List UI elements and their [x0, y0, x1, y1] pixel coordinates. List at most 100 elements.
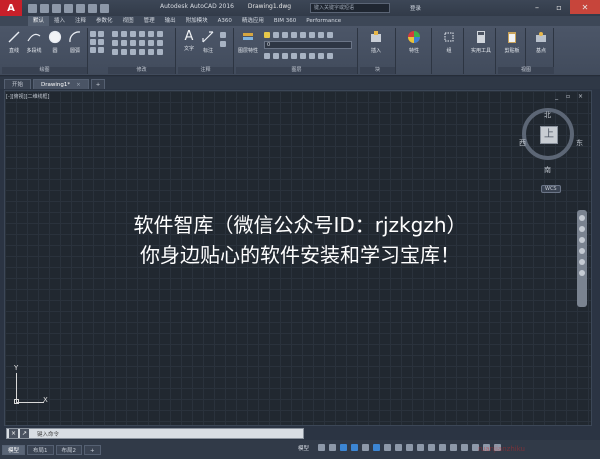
tab-manage[interactable]: 管理: [139, 16, 160, 26]
mirror-icon[interactable]: [121, 40, 127, 46]
layer-properties-button[interactable]: 图层特性: [237, 30, 259, 54]
tab-insert[interactable]: 插入: [49, 16, 70, 26]
start-tab[interactable]: 开始: [4, 79, 32, 89]
tab-addins[interactable]: 附加模块: [181, 16, 213, 26]
layer-match-icon[interactable]: [318, 32, 324, 38]
arc-button[interactable]: 圆弧: [65, 30, 85, 54]
edit-icon[interactable]: [157, 49, 163, 55]
layer-walk-icon[interactable]: [264, 53, 270, 59]
boundary-icon[interactable]: [98, 47, 104, 53]
new-icon[interactable]: [28, 3, 37, 13]
viewport-controls[interactable]: _ ▫ ×: [555, 93, 586, 100]
tab-default[interactable]: 默认: [28, 16, 50, 26]
search-input[interactable]: 键入关键字或短语: [310, 3, 390, 13]
insert-button[interactable]: 插入: [366, 30, 386, 54]
copy-icon[interactable]: [112, 40, 118, 46]
lengthen-icon[interactable]: [139, 49, 145, 55]
layer-unlock-icon[interactable]: [318, 53, 324, 59]
chamfer-icon[interactable]: [130, 49, 136, 55]
erase-icon[interactable]: [139, 31, 145, 37]
compass-south[interactable]: 南: [544, 165, 551, 175]
layer-color-icon[interactable]: [291, 32, 297, 38]
layer-thaw-icon[interactable]: [309, 53, 315, 59]
base-point-button[interactable]: 基点: [531, 30, 551, 54]
units-icon[interactable]: [428, 444, 435, 451]
clipboard-button[interactable]: 剪贴板: [502, 30, 522, 54]
annotation-monitor-icon[interactable]: [417, 444, 424, 451]
dimension-button[interactable]: 标注: [198, 30, 218, 54]
leader-icon[interactable]: [220, 32, 226, 38]
layer-on-icon[interactable]: [264, 32, 270, 38]
tab-view[interactable]: 视图: [118, 16, 139, 26]
command-input[interactable]: 键入命令: [37, 430, 59, 438]
tab-output[interactable]: 输出: [160, 16, 181, 26]
offset-icon[interactable]: [157, 31, 163, 37]
explode-icon[interactable]: [148, 31, 154, 37]
compass-west[interactable]: 西: [519, 138, 526, 148]
nav-settings-icon[interactable]: [579, 270, 585, 276]
join-icon[interactable]: [157, 40, 163, 46]
tab-annotate[interactable]: 注释: [70, 16, 91, 26]
gradient-icon[interactable]: [98, 39, 104, 45]
hatch-icon[interactable]: [98, 31, 104, 37]
command-customize-icon[interactable]: ↗: [20, 429, 29, 438]
login-button[interactable]: 登录: [410, 4, 421, 12]
tab-bim360[interactable]: BIM 360: [269, 16, 301, 26]
maximize-button[interactable]: ▫: [548, 0, 570, 14]
rectangle-icon[interactable]: [90, 31, 96, 37]
point-icon[interactable]: [90, 47, 96, 53]
autocad-logo-icon[interactable]: A: [0, 0, 22, 16]
layer-change-icon[interactable]: [327, 53, 333, 59]
wcs-menu[interactable]: WCS: [541, 185, 561, 193]
text-button[interactable]: A 文字: [179, 30, 199, 53]
drawing1-tab[interactable]: Drawing1* ×: [33, 79, 89, 89]
polyline-button[interactable]: 多段线: [24, 30, 44, 54]
rotate-icon[interactable]: [121, 31, 127, 37]
snap-icon[interactable]: [329, 444, 336, 451]
new-tab-button[interactable]: +: [90, 79, 106, 89]
table-icon[interactable]: [220, 41, 226, 47]
compass-east[interactable]: 东: [576, 138, 583, 148]
modify-group-label[interactable]: 修改: [108, 67, 175, 74]
isodraft-icon[interactable]: [362, 444, 369, 451]
break-icon[interactable]: [148, 40, 154, 46]
tab-featured-apps[interactable]: 精选应用: [237, 16, 269, 26]
layout2-tab[interactable]: 布局2: [55, 444, 83, 455]
properties-button[interactable]: 特性: [404, 30, 424, 54]
compass-north[interactable]: 北: [544, 110, 551, 120]
tab-performance[interactable]: Performance: [301, 16, 346, 26]
add-layout-button[interactable]: +: [84, 444, 101, 455]
ortho-icon[interactable]: [340, 444, 347, 451]
draw-group-label[interactable]: 绘图: [2, 67, 87, 74]
save-icon[interactable]: [52, 3, 61, 13]
view-group-label[interactable]: 视图: [498, 67, 554, 74]
viewport-label[interactable]: [-][俯视][二维线框]: [6, 93, 50, 100]
close-button[interactable]: ✕: [570, 0, 600, 14]
layout1-tab[interactable]: 布局1: [27, 444, 54, 455]
print-icon[interactable]: [76, 3, 85, 13]
minimize-button[interactable]: –: [526, 0, 548, 14]
workspace-icon[interactable]: [406, 444, 413, 451]
isolate-objects-icon[interactable]: [461, 444, 468, 451]
lock-ui-icon[interactable]: [450, 444, 457, 451]
quick-properties-icon[interactable]: [439, 444, 446, 451]
save-as-icon[interactable]: [64, 3, 73, 13]
grid-icon[interactable]: [318, 444, 325, 451]
viewcube-top-face[interactable]: 上: [540, 126, 558, 144]
layer-lock-icon[interactable]: [282, 32, 288, 38]
trim-icon[interactable]: [130, 31, 136, 37]
model-layout-tab[interactable]: 模型: [2, 444, 26, 455]
command-close-icon[interactable]: ×: [9, 429, 18, 438]
osnap-track-icon[interactable]: [373, 444, 380, 451]
align-icon[interactable]: [148, 49, 154, 55]
utilities-button[interactable]: 实用工具: [471, 30, 491, 54]
tab-parametric[interactable]: 参数化: [91, 16, 118, 26]
close-tab-icon[interactable]: ×: [76, 82, 81, 88]
stretch-icon[interactable]: [139, 40, 145, 46]
open-icon[interactable]: [40, 3, 49, 13]
move-icon[interactable]: [112, 31, 118, 37]
undo-icon[interactable]: [88, 3, 97, 13]
annotation-group-label[interactable]: 注释: [178, 67, 233, 74]
layer-isolate-icon[interactable]: [300, 32, 306, 38]
redo-icon[interactable]: [100, 3, 109, 13]
